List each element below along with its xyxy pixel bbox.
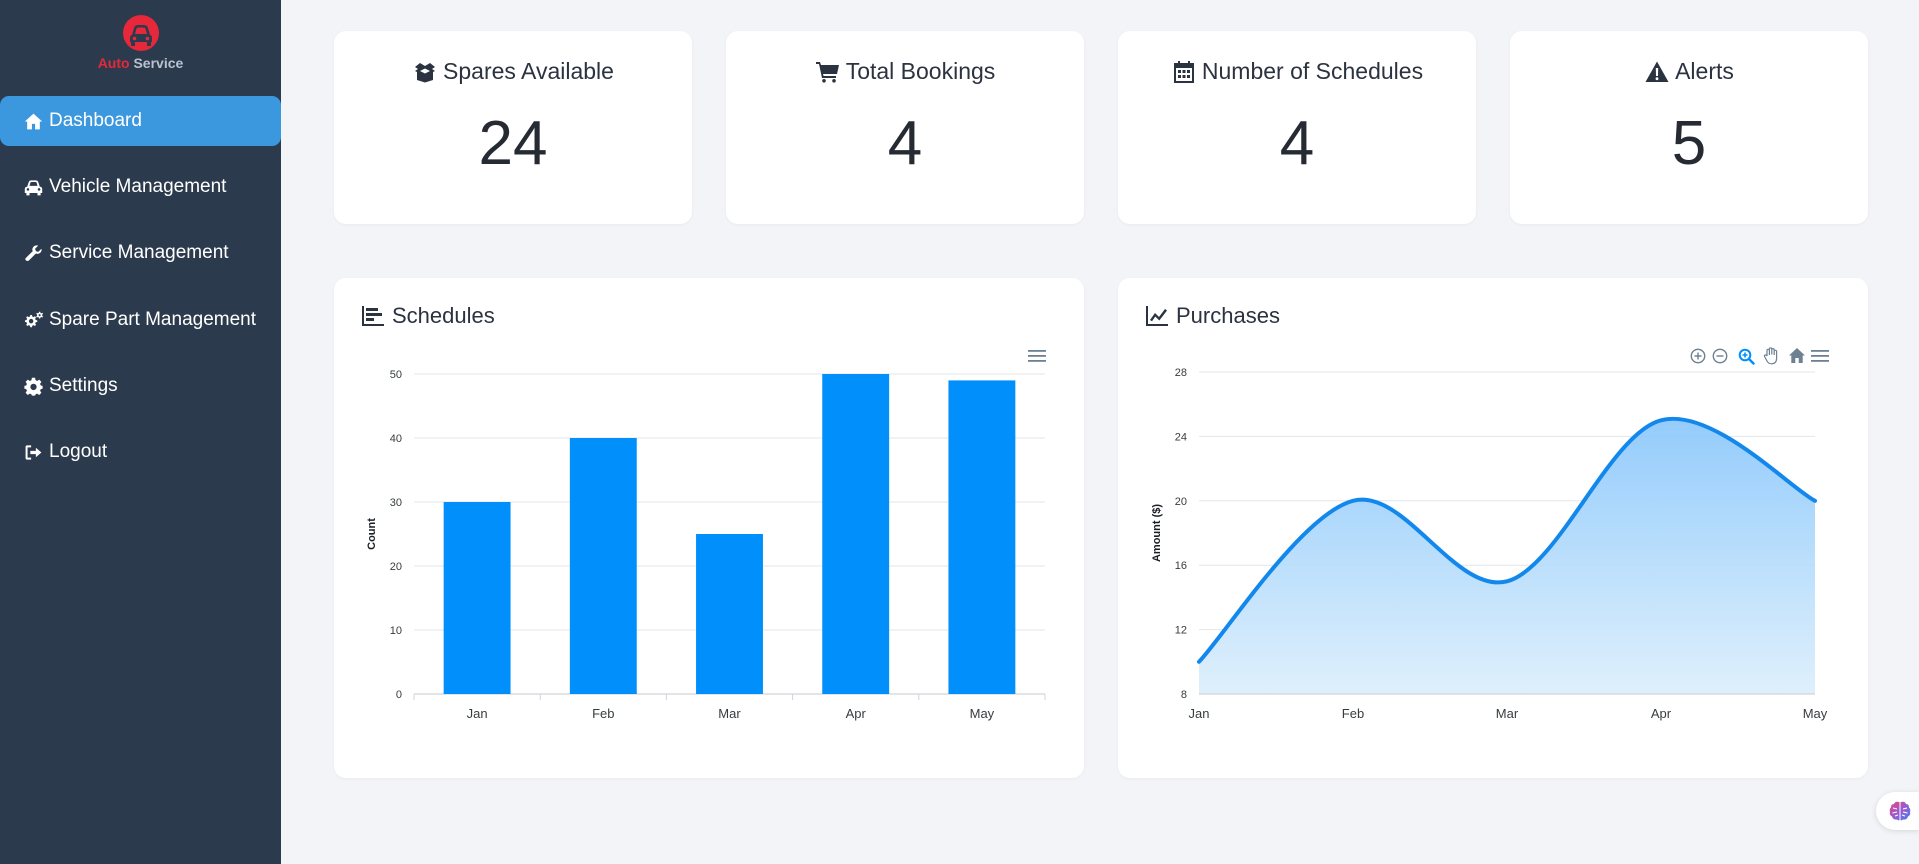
gear-icon	[22, 376, 44, 396]
y-tick-label: 12	[1175, 625, 1187, 637]
x-tick-label: Feb	[592, 706, 614, 721]
bar[interactable]	[948, 380, 1016, 694]
area-fill	[1199, 418, 1815, 694]
y-axis-title: Amount ($)	[1151, 504, 1163, 562]
stat-label: Spares Available	[443, 58, 614, 84]
brand-service: Service	[133, 55, 184, 71]
stat-title: Total Bookings	[726, 58, 1084, 85]
stat-title: Number of Schedules	[1118, 58, 1476, 85]
stat-value: 5	[1671, 109, 1707, 178]
stat-label: Alerts	[1675, 58, 1734, 84]
data-point[interactable]	[1813, 499, 1817, 503]
y-tick-label: 20	[1175, 496, 1187, 508]
sidebar: Auto Service Dashboard Vehicle Managemen…	[0, 0, 281, 864]
stat-card-bookings: Total Bookings 4	[726, 31, 1084, 224]
x-tick-label: Mar	[718, 706, 741, 721]
cart-icon	[815, 60, 841, 84]
sidebar-item-settings[interactable]: Settings	[0, 361, 281, 411]
x-tick-label: Mar	[1496, 706, 1519, 721]
purchases-area-chart: 8 12 16 20 24 28 Jan Feb Mar Apr May Amount ($)	[1151, 367, 1828, 721]
y-tick-label: 20	[390, 561, 402, 573]
data-point[interactable]	[1505, 579, 1509, 583]
x-tick-label: Jan	[1189, 706, 1210, 721]
stat-value: 4	[1279, 109, 1315, 178]
brain-icon	[1889, 801, 1911, 821]
bar[interactable]	[443, 502, 511, 694]
sidebar-item-spare-part-management[interactable]: Spare Part Management	[0, 295, 281, 345]
y-tick-label: 24	[1175, 431, 1187, 443]
stat-value: 4	[887, 109, 923, 178]
y-tick-label: 16	[1175, 560, 1187, 572]
sidebar-item-label: Logout	[49, 441, 108, 462]
stat-label: Total Bookings	[845, 58, 996, 84]
car-icon	[22, 177, 44, 197]
brand-name: Auto Service	[0, 55, 281, 71]
stat-value: 24	[478, 109, 548, 178]
sidebar-item-logout[interactable]: Logout	[0, 427, 281, 477]
x-tick-label: Apr	[846, 706, 867, 721]
y-tick-label: 10	[390, 625, 402, 637]
wrench-icon	[22, 243, 44, 263]
stat-card-spares: Spares Available 24	[334, 31, 692, 224]
schedules-panel: Schedules 0 10 20 30 40 50 Jan Feb Mar Apr May Coun…	[334, 278, 1084, 778]
y-tick-label: 0	[396, 689, 402, 701]
schedules-bar-chart: 0 10 20 30 40 50 Jan Feb Mar Apr May Count	[366, 369, 1046, 721]
bar[interactable]	[696, 534, 763, 694]
stat-card-schedules: Number of Schedules 4	[1118, 31, 1476, 224]
sidebar-item-label: Dashboard	[49, 110, 142, 131]
stat-card-alerts: Alerts 5	[1510, 31, 1868, 224]
car-front-icon	[122, 15, 159, 51]
bar[interactable]	[569, 438, 637, 694]
x-tick-label: Feb	[1342, 706, 1364, 721]
y-tick-label: 28	[1175, 367, 1187, 379]
stat-title: Alerts	[1510, 58, 1868, 85]
app-logo[interactable]: Auto Service	[0, 14, 281, 71]
x-tick-label: May	[970, 706, 995, 721]
calendar-icon	[1171, 60, 1197, 84]
sidebar-item-label: Spare Part Management	[49, 309, 257, 330]
sidebar-item-dashboard[interactable]: Dashboard	[0, 96, 281, 146]
stat-title: Spares Available	[334, 58, 692, 85]
y-tick-label: 30	[390, 497, 402, 509]
sidebar-item-label: Vehicle Management	[49, 176, 227, 197]
sidebar-item-label: Settings	[49, 375, 118, 396]
data-point[interactable]	[1659, 418, 1663, 422]
sidebar-item-service-management[interactable]: Service Management	[0, 228, 281, 278]
box-icon	[412, 60, 438, 84]
y-tick-label: 50	[390, 369, 402, 381]
y-tick-label: 40	[390, 433, 402, 445]
x-tick-label: May	[1803, 706, 1828, 721]
home-icon	[22, 111, 44, 131]
data-point[interactable]	[1351, 499, 1355, 503]
bar[interactable]	[822, 374, 890, 694]
y-axis-title: Count	[366, 518, 378, 550]
purchases-panel: Purchases 8 12 16 20 24 28 Jan Feb Mar Apr May Amou…	[1118, 278, 1868, 778]
stat-label: Number of Schedules	[1201, 58, 1424, 84]
assistant-fab[interactable]	[1876, 792, 1919, 830]
gears-icon	[22, 310, 44, 330]
warning-icon	[1644, 60, 1670, 84]
data-point[interactable]	[1197, 660, 1201, 664]
y-tick-label: 8	[1181, 689, 1187, 701]
sidebar-item-vehicle-management[interactable]: Vehicle Management	[0, 162, 281, 212]
x-tick-label: Apr	[1651, 706, 1672, 721]
x-tick-label: Jan	[467, 706, 488, 721]
sidebar-item-label: Service Management	[49, 242, 229, 263]
brand-auto: Auto	[97, 55, 130, 71]
sign-out-icon	[22, 442, 44, 462]
